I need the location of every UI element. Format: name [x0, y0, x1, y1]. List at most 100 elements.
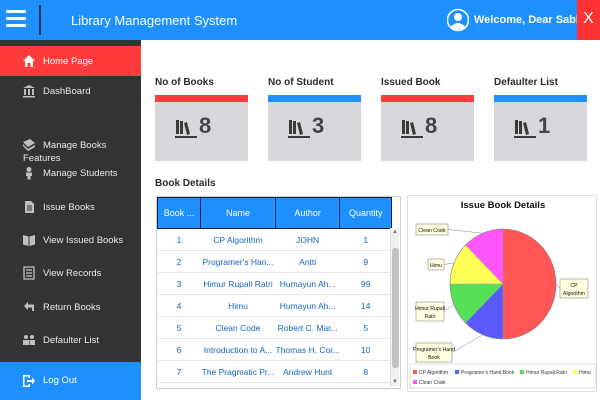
cell-name: The Pragmatic Pr... [200, 360, 276, 383]
card-value: 8 [425, 113, 438, 138]
column-header-book-id[interactable]: Book ... [157, 197, 201, 229]
user-icon [26, 167, 32, 180]
cell-author: Robert C. Mar... [275, 316, 340, 339]
legend-swatch [413, 370, 417, 374]
sidebar-item-return-books[interactable]: Return Books [0, 292, 141, 322]
header-divider [39, 5, 41, 35]
cell-quantity: 5 [339, 316, 392, 339]
sidebar-item-issue-books[interactable]: Issue Books [0, 192, 141, 222]
welcome-text: Welcome, Dear Sabbir [474, 14, 590, 26]
data-label: Algorithm [563, 291, 585, 297]
card-label-defaulter: Defaulter List [494, 77, 558, 88]
issue-book-chart: Issue Book Details CP Algorithm Programer's… [407, 195, 597, 392]
column-header-author[interactable]: Author [274, 197, 341, 229]
legend-swatch [520, 370, 524, 374]
card-label-students: No of Student [268, 77, 334, 88]
card-value: 8 [199, 113, 212, 138]
card-label-issued: Issued Book [381, 77, 441, 88]
book-icon [23, 139, 35, 151]
file-icon [25, 201, 34, 213]
sidebar-item-label: Return Books [43, 301, 101, 313]
cell-author: Andrew Hunt [275, 360, 340, 383]
cell-quantity: 10 [339, 338, 392, 361]
legend-entry: Himur Rupali Ratri [526, 370, 567, 376]
logout-button[interactable]: Log Out [0, 362, 141, 400]
legend-swatch [413, 380, 417, 384]
cell-author: Humayun Ah... [275, 272, 340, 295]
data-label-leader [451, 334, 483, 353]
sidebar-item-view-records[interactable]: View Records [0, 258, 141, 288]
sidebar-item-label: Defaulter List [43, 334, 99, 346]
table-row[interactable]: 2 Programer's Han... Antti 9 [157, 250, 392, 273]
scrollbar-thumb[interactable] [392, 248, 399, 368]
legend-entry: Clean Code [419, 380, 446, 386]
sidebar-item-dashboard[interactable]: DashBoard [0, 76, 141, 106]
cell-id: 7 [157, 360, 201, 383]
sidebar-item-label: DashBoard [43, 85, 91, 97]
data-label-leader [443, 262, 455, 265]
stat-card-defaulter: 1 [494, 95, 587, 161]
table-row[interactable]: 1 CP Algorithm JOHN 1 [157, 228, 392, 251]
column-header-quantity[interactable]: Quantity [339, 197, 393, 229]
cell-quantity: 14 [339, 294, 392, 317]
sidebar-item-home-page[interactable]: Home Page [0, 46, 141, 76]
list-icon [23, 266, 35, 280]
bank-icon [23, 85, 35, 98]
cell-id: 5 [157, 316, 201, 339]
stat-card-issued: 8 [381, 95, 474, 161]
books-shelf-icon [175, 120, 197, 138]
cell-name: Himur Rupali Ratri [200, 272, 276, 295]
cell-id: 2 [157, 250, 201, 273]
sidebar-item-manage-books[interactable]: Manage Books [0, 130, 141, 160]
close-button[interactable]: X [577, 0, 600, 40]
legend-swatch [573, 370, 577, 374]
return-icon [24, 302, 34, 311]
cell-quantity: 9 [339, 250, 392, 273]
card-value: 3 [312, 113, 325, 138]
legend-entry: CP Algorithm [419, 370, 448, 376]
cell-author: JOHN [275, 228, 340, 251]
card-accent-bar [381, 95, 474, 102]
cell-name: Programer's Han... [200, 250, 276, 273]
book-table-grid: Book ... Name Author Quantity 1 CP Algori… [157, 197, 393, 383]
menu-icon[interactable] [6, 10, 26, 28]
table-row[interactable]: 5 Clean Code Robert C. Mar... 5 [157, 316, 392, 339]
book-table: Book ... Name Author Quantity 1 CP Algori… [156, 196, 401, 389]
scroll-up-icon[interactable]: ▲ [392, 229, 398, 235]
table-header-row: Book ... Name Author Quantity [157, 197, 393, 229]
card-accent-bar [268, 95, 361, 102]
pie-slice [502, 228, 557, 340]
data-label: Ratri [425, 314, 436, 320]
stat-card-books: 8 [155, 95, 248, 161]
cell-author: Antti [275, 250, 340, 273]
table-row[interactable]: 4 Himu Humayun Ah... 14 [157, 294, 392, 317]
cell-name: CP Algorithm [200, 228, 276, 251]
table-row[interactable]: 6 Introduction to A... Thomas H. Cor... 10 [157, 338, 392, 361]
scroll-down-icon[interactable]: ▼ [392, 379, 398, 385]
sidebar-item-defaulter-list[interactable]: Defaulter List [0, 325, 141, 355]
data-label: CP [570, 283, 578, 289]
chart-title: Issue Book Details [461, 200, 545, 211]
logout-icon [23, 375, 35, 387]
data-label-leader [443, 304, 455, 312]
column-header-name[interactable]: Name [200, 197, 276, 229]
book-details-title: Book Details [155, 178, 216, 189]
home-icon [23, 55, 35, 67]
sidebar-item-label: Issue Books [43, 201, 95, 213]
book-open-icon [23, 235, 35, 246]
cell-author: Thomas H. Cor... [275, 338, 340, 361]
table-scrollbar[interactable]: ▲ ▼ [390, 228, 399, 386]
sidebar-item-view-issued-books[interactable]: View Issued Books [0, 225, 141, 255]
sidebar: Home Page DashBoard Features Manage Book… [0, 40, 141, 400]
sidebar-item-label: Manage Books [43, 139, 107, 151]
cell-name: Clean Code [200, 316, 276, 339]
table-row[interactable]: 7 The Pragmatic Pr... Andrew Hunt 8 [157, 360, 392, 383]
cell-quantity: 8 [339, 360, 392, 383]
table-row[interactable]: 3 Himur Rupali Ratri Humayun Ah... 99 [157, 272, 392, 295]
sidebar-item-manage-students[interactable]: Manage Students [0, 158, 141, 188]
data-label: Programer's Hand [413, 347, 455, 353]
card-label-books: No of Books [155, 77, 214, 88]
app-window: Library Management System Welcome, Dear … [0, 0, 600, 400]
legend-entry: Himu [579, 370, 591, 376]
cell-quantity: 1 [339, 228, 392, 251]
